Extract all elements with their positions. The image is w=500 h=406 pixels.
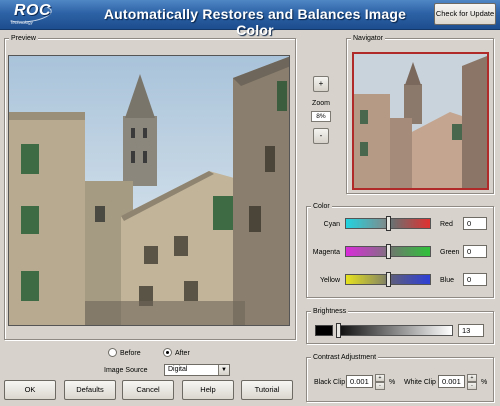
brightness-black-swatch: [315, 325, 333, 336]
brightness-title: Brightness: [311, 307, 349, 316]
white-clip-spinner[interactable]: + -: [467, 374, 477, 390]
before-label[interactable]: Before: [120, 349, 141, 358]
ok-button[interactable]: OK: [4, 380, 56, 400]
black-clip-down-icon[interactable]: -: [375, 382, 385, 390]
navigator-title: Navigator: [351, 34, 385, 43]
image-source-value: Digital: [168, 366, 188, 373]
magenta-green-slider-thumb[interactable]: [386, 244, 391, 259]
title-bar: ROC Technology Automatically Restores an…: [0, 0, 500, 38]
help-button[interactable]: Help: [182, 380, 234, 400]
cyan-red-value[interactable]: 0: [463, 217, 487, 230]
image-source-select[interactable]: Digital ▼: [164, 364, 230, 376]
brightness-slider-thumb[interactable]: [336, 323, 341, 338]
chevron-down-icon[interactable]: ▼: [218, 365, 229, 375]
preview-image[interactable]: [8, 55, 290, 326]
magenta-label: Magenta: [312, 249, 340, 256]
white-clip-up-icon[interactable]: +: [467, 374, 477, 382]
check-for-update-button[interactable]: Check for Update: [434, 3, 496, 25]
black-clip-label: Black Clip: [314, 379, 346, 386]
cyan-red-slider-thumb[interactable]: [386, 216, 391, 231]
zoom-value: 8%: [311, 111, 331, 122]
roc-logo: ROC Technology: [5, 2, 54, 28]
white-clip-label: White Clip: [404, 379, 436, 386]
before-radio[interactable]: [108, 348, 117, 357]
brightness-slider[interactable]: [339, 325, 453, 336]
yellow-label: Yellow: [320, 277, 340, 284]
defaults-button[interactable]: Defaults: [64, 380, 116, 400]
zoom-label: Zoom: [312, 100, 330, 107]
after-radio[interactable]: [163, 348, 172, 357]
magenta-green-value[interactable]: 0: [463, 245, 487, 258]
image-source-label: Image Source: [104, 367, 148, 374]
brightness-value[interactable]: 13: [458, 324, 484, 337]
blue-label: Blue: [440, 277, 455, 284]
yellow-blue-slider-thumb[interactable]: [386, 272, 391, 287]
black-clip-up-icon[interactable]: +: [375, 374, 385, 382]
white-clip-input[interactable]: 0.001: [438, 375, 465, 388]
green-label: Green: [440, 249, 460, 256]
logo-subtext: Technology: [10, 20, 33, 25]
black-clip-spinner[interactable]: + -: [375, 374, 385, 390]
yellow-blue-value[interactable]: 0: [463, 273, 487, 286]
cyan-label: Cyan: [323, 221, 340, 228]
after-label[interactable]: After: [175, 349, 190, 358]
contrast-title: Contrast Adjustment: [311, 353, 379, 362]
black-clip-unit: %: [389, 379, 396, 386]
red-label: Red: [440, 221, 453, 228]
tutorial-button[interactable]: Tutorial: [241, 380, 293, 400]
navigator-thumbnail[interactable]: [352, 52, 489, 190]
zoom-out-button[interactable]: -: [313, 128, 329, 144]
zoom-in-button[interactable]: +: [313, 76, 329, 92]
white-clip-unit: %: [481, 379, 488, 386]
color-title: Color: [311, 202, 332, 211]
black-clip-input[interactable]: 0.001: [346, 375, 373, 388]
cancel-button[interactable]: Cancel: [122, 380, 174, 400]
white-clip-down-icon[interactable]: -: [467, 382, 477, 390]
logo-text: ROC: [14, 2, 52, 19]
preview-title: Preview: [9, 34, 38, 43]
